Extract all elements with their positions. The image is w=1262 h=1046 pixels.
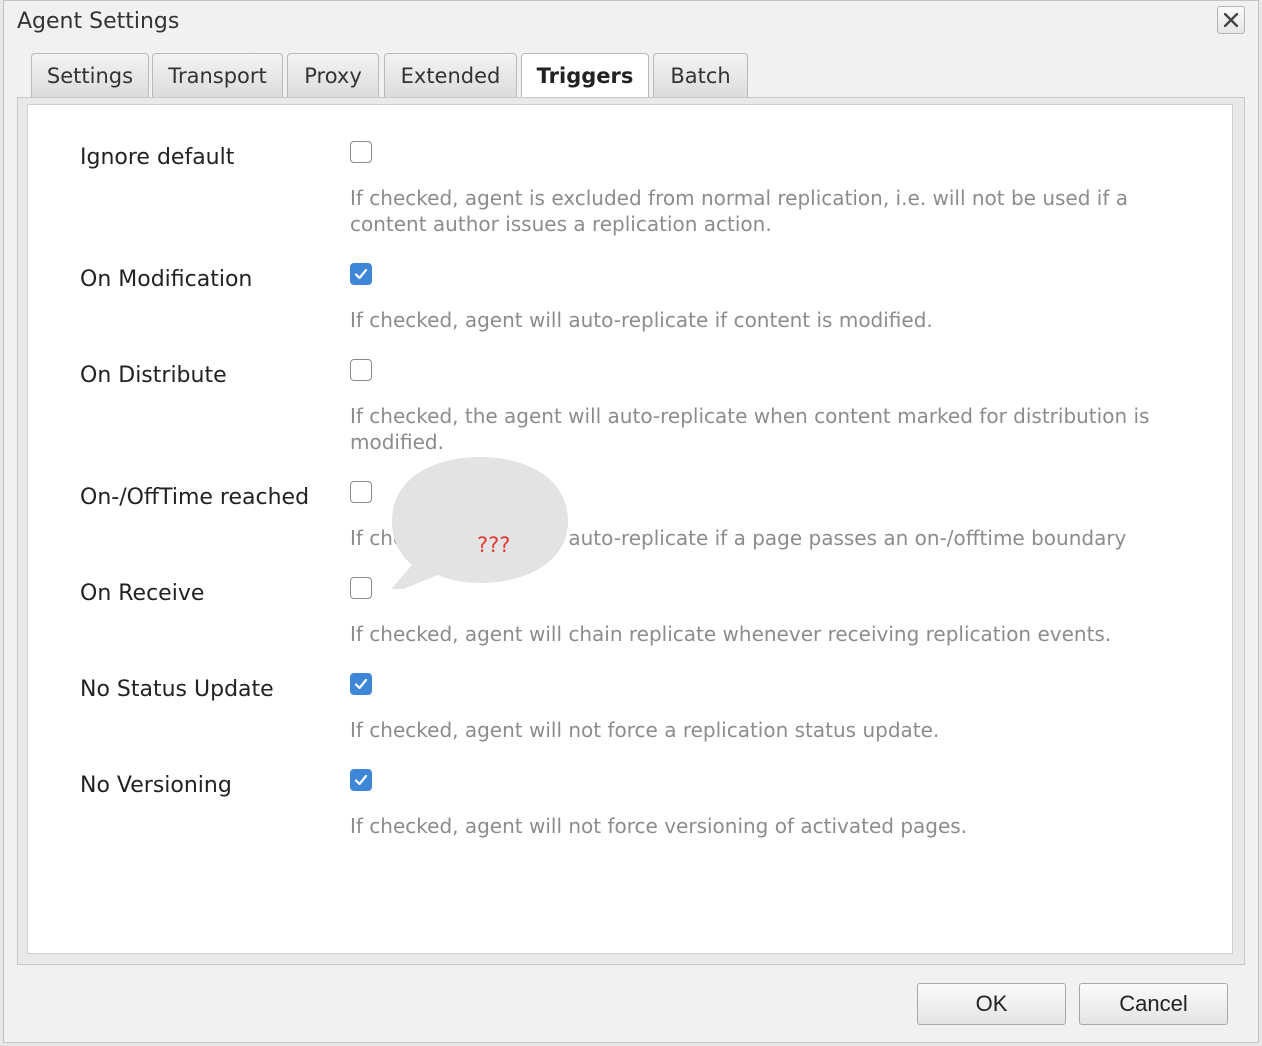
checkmark-icon [354, 268, 368, 280]
no-status-update-checkbox[interactable] [350, 673, 372, 695]
ignore-default-checkbox[interactable] [350, 141, 372, 163]
cancel-button[interactable]: Cancel [1079, 983, 1228, 1025]
no-status-update-label: No Status Update [80, 677, 274, 702]
on-receive-label: On Receive [80, 581, 205, 606]
ok-button[interactable]: OK [917, 983, 1066, 1025]
no-versioning-checkbox[interactable] [350, 769, 372, 791]
on-distribute-description: If checked, the agent will auto-replicat… [350, 404, 1150, 454]
on-modification-description: If checked, agent will auto-replicate if… [350, 308, 933, 332]
tab-proxy[interactable]: Proxy [287, 53, 379, 97]
ignore-default-description: If checked, agent is excluded from norma… [350, 186, 1128, 236]
agent-settings-dialog: Agent Settings Settings Transport Proxy … [3, 0, 1259, 1043]
checkmark-icon [354, 774, 368, 786]
on-offtime-reached-checkbox[interactable] [350, 481, 372, 503]
no-versioning-description: If checked, agent will not force version… [350, 814, 968, 838]
speech-bubble-annotation [392, 457, 568, 589]
ignore-default-label: Ignore default [80, 145, 235, 170]
on-distribute-checkbox[interactable] [350, 359, 372, 381]
on-offtime-reached-label: On-/OffTime reached [80, 485, 310, 510]
no-status-update-description: If checked, agent will not force a repli… [350, 718, 940, 742]
on-modification-label: On Modification [80, 267, 253, 292]
speech-bubble-text: ??? [477, 533, 511, 557]
tab-transport[interactable]: Transport [152, 53, 283, 97]
triggers-form: Ignore default If checked, agent is excl… [27, 104, 1233, 954]
on-distribute-label: On Distribute [80, 363, 227, 388]
tab-triggers[interactable]: Triggers [521, 53, 649, 99]
tab-panel: Ignore default If checked, agent is excl… [17, 97, 1245, 965]
no-versioning-label: No Versioning [80, 773, 232, 798]
tab-batch[interactable]: Batch [653, 53, 748, 97]
on-modification-checkbox[interactable] [350, 263, 372, 285]
close-button[interactable] [1217, 6, 1245, 34]
close-icon [1224, 13, 1238, 27]
tab-settings[interactable]: Settings [31, 53, 149, 97]
on-receive-description: If checked, agent will chain replicate w… [350, 622, 1112, 646]
checkmark-icon [354, 678, 368, 690]
dialog-title: Agent Settings [17, 9, 180, 34]
tab-extended[interactable]: Extended [384, 53, 517, 97]
on-receive-checkbox[interactable] [350, 577, 372, 599]
